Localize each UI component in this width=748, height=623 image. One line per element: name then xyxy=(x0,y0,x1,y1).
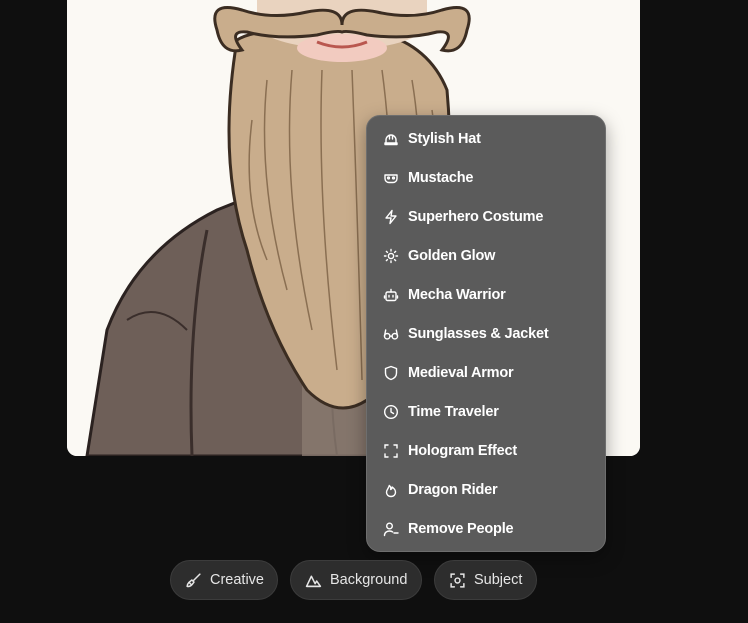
creative-label: Creative xyxy=(210,572,264,588)
robot-icon xyxy=(383,287,399,303)
menu-item-golden-glow[interactable]: Golden Glow xyxy=(367,236,605,275)
focus-icon xyxy=(449,572,466,589)
user-minus-icon xyxy=(383,521,399,537)
menu-item-label: Mustache xyxy=(408,169,474,186)
clock-icon xyxy=(383,404,399,420)
menu-item-medieval-armor[interactable]: Medieval Armor xyxy=(367,353,605,392)
menu-item-label: Golden Glow xyxy=(408,247,496,264)
hard-hat-icon xyxy=(383,131,399,147)
bottom-toolbar: Creative Background Subject xyxy=(0,560,748,600)
menu-item-superhero-costume[interactable]: Superhero Costume xyxy=(367,197,605,236)
menu-item-label: Hologram Effect xyxy=(408,442,517,459)
menu-item-label: Medieval Armor xyxy=(408,364,514,381)
menu-item-label: Remove People xyxy=(408,520,514,537)
menu-item-remove-people[interactable]: Remove People xyxy=(367,509,605,548)
effects-menu: Stylish Hat Mustache Superhero Costume G… xyxy=(366,115,606,552)
background-button[interactable]: Background xyxy=(290,560,422,600)
lightning-icon xyxy=(383,209,399,225)
brush-icon xyxy=(185,572,202,589)
glasses-icon xyxy=(383,326,399,342)
sun-icon xyxy=(383,248,399,264)
creative-button[interactable]: Creative xyxy=(170,560,278,600)
flame-icon xyxy=(383,482,399,498)
menu-item-label: Superhero Costume xyxy=(408,208,544,225)
menu-item-label: Time Traveler xyxy=(408,403,499,420)
menu-item-time-traveler[interactable]: Time Traveler xyxy=(367,392,605,431)
mountain-icon xyxy=(305,572,322,589)
menu-item-mustache[interactable]: Mustache xyxy=(367,158,605,197)
subject-label: Subject xyxy=(474,572,523,588)
shield-icon xyxy=(383,365,399,381)
mask-icon xyxy=(383,170,399,186)
menu-item-stylish-hat[interactable]: Stylish Hat xyxy=(367,119,605,158)
menu-item-mecha-warrior[interactable]: Mecha Warrior xyxy=(367,275,605,314)
menu-item-label: Mecha Warrior xyxy=(408,286,506,303)
subject-button[interactable]: Subject xyxy=(434,560,537,600)
menu-item-label: Dragon Rider xyxy=(408,481,498,498)
background-label: Background xyxy=(330,572,408,588)
menu-item-label: Sunglasses & Jacket xyxy=(408,325,549,342)
menu-item-hologram-effect[interactable]: Hologram Effect xyxy=(367,431,605,470)
menu-item-dragon-rider[interactable]: Dragon Rider xyxy=(367,470,605,509)
menu-item-sunglasses-jacket[interactable]: Sunglasses & Jacket xyxy=(367,314,605,353)
scan-frame-icon xyxy=(383,443,399,459)
menu-item-label: Stylish Hat xyxy=(408,130,481,147)
